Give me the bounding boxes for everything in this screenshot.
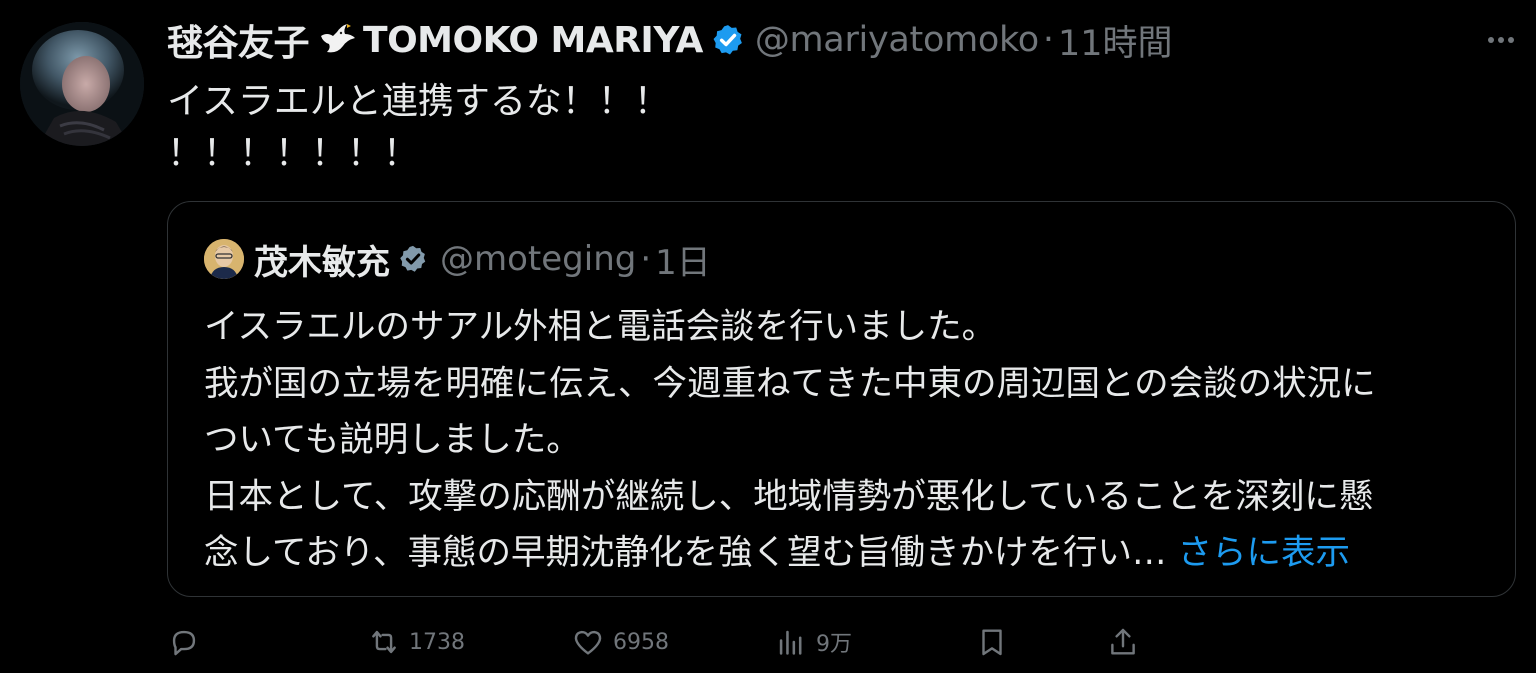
avatar[interactable] [20, 22, 144, 146]
quote-handle[interactable]: @moteging [440, 239, 636, 279]
retweet-button[interactable]: 1738 [367, 622, 465, 662]
bookmark-icon [982, 629, 1002, 656]
tweet-header: 毬谷友子 TOMOKO MARIYA @mariyatomoko · 11時間 [167, 14, 1173, 66]
views-icon [779, 630, 802, 655]
share-icon [1111, 628, 1135, 655]
verified-badge-icon [711, 23, 745, 57]
quote-text-line: 日本として、攻撃の応酬が継続し、地域情勢が悪化していることを深刻に懸 [204, 476, 1374, 517]
quote-text-line: 念しており、事態の早期沈静化を強く望む旨働きかけを行い… [204, 533, 1167, 573]
quote-timestamp[interactable]: 1日 [655, 235, 711, 284]
separator-dot: · [640, 239, 652, 279]
share-button[interactable] [1106, 622, 1140, 662]
timestamp[interactable]: 11時間 [1058, 15, 1173, 66]
quote-text: イスラエルのサアル外相と電話会談を行いました。我が国の立場を明確に伝え、今週重ね… [204, 299, 1494, 582]
verified-badge-icon [398, 244, 428, 274]
heart-icon [574, 630, 602, 655]
quote-text-line-last: 念しており、事態の早期沈静化を強く望む旨働きかけを行い… さらに表示 [204, 525, 1494, 582]
reply-button[interactable] [167, 622, 209, 662]
quote-text-line: 我が国の立場を明確に伝え、今週重ねてきた中東の周辺国との会談の状況に [204, 363, 1376, 404]
display-name[interactable]: 毬谷友子 [167, 14, 310, 66]
bookmark-button[interactable] [975, 622, 1009, 662]
views-button[interactable]: 9万 [774, 622, 852, 662]
reply-icon [172, 630, 196, 656]
quote-display-name[interactable]: 茂木敏充 [254, 235, 390, 284]
quote-tweet-card[interactable]: 茂木敏充 @moteging · 1日 イスラエルのサアル外相と電話会談を行いま… [167, 201, 1516, 597]
action-bar: 1738 6958 9万 [167, 622, 1467, 662]
like-button[interactable]: 6958 [571, 622, 669, 662]
tweet-text: イスラエルと連携するな！！！ ！！！！！！！ [167, 76, 670, 180]
retweet-count: 1738 [409, 629, 465, 655]
separator-dot: · [1042, 20, 1054, 60]
handle[interactable]: @mariyatomoko [755, 20, 1039, 60]
quote-text-line: イスラエルのサアル外相と電話会談を行いました。 [204, 307, 997, 347]
quote-text-line: ついても説明しました。 [204, 420, 581, 460]
display-name-latin[interactable]: TOMOKO MARIYA [363, 20, 703, 61]
tweet-text-line: ！！！！！！！ [167, 133, 420, 174]
more-icon[interactable] [1484, 30, 1518, 50]
tweet-text-line: イスラエルと連携するな！！！ [167, 81, 670, 122]
quote-avatar[interactable] [204, 239, 244, 279]
dove-icon [317, 22, 357, 58]
like-count: 6958 [613, 629, 669, 655]
show-more-link[interactable]: さらに表示 [1178, 533, 1351, 573]
retweet-icon [372, 630, 396, 654]
views-count: 9万 [816, 632, 852, 657]
quote-header: 茂木敏充 @moteging · 1日 [204, 238, 711, 283]
